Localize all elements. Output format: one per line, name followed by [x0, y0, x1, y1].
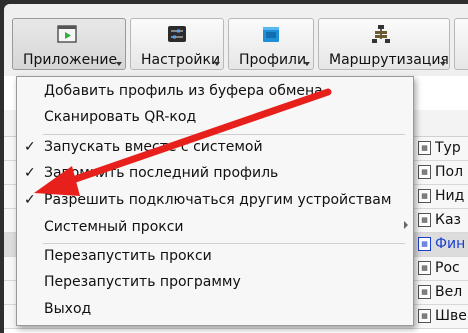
annotation-arrow-icon — [34, 88, 332, 196]
